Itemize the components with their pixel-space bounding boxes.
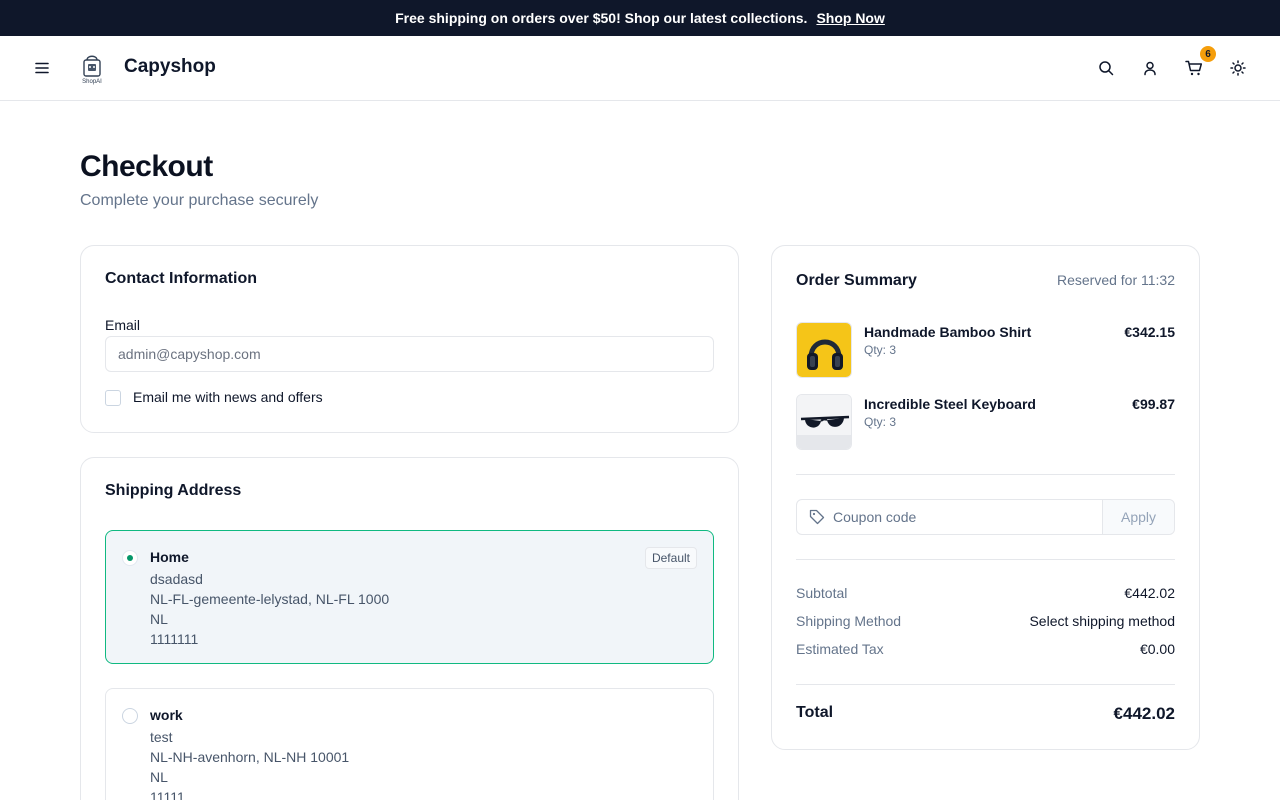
address-line: NL bbox=[150, 769, 168, 785]
promo-banner-text: Free shipping on orders over $50! Shop o… bbox=[395, 10, 808, 26]
user-icon[interactable] bbox=[1140, 58, 1160, 78]
cart-item: Handmade Bamboo Shirt Qty: 3 €342.15 bbox=[796, 322, 1175, 378]
shop-now-link[interactable]: Shop Now bbox=[816, 10, 884, 26]
headphones-product-image bbox=[796, 322, 852, 378]
subtotal-value: €442.02 bbox=[1124, 585, 1175, 601]
estimated-tax-label: Estimated Tax bbox=[796, 641, 884, 657]
address-name: Home bbox=[150, 549, 189, 565]
logo-text: ShopAI bbox=[82, 79, 102, 85]
page-subtitle: Complete your purchase securely bbox=[80, 192, 319, 209]
address-line: NL bbox=[150, 611, 168, 627]
shipping-method-label: Shipping Method bbox=[796, 613, 902, 629]
address-radio-selected[interactable] bbox=[122, 550, 138, 566]
sunglasses-product-image bbox=[796, 394, 852, 450]
shipping-method-value: Select shipping method bbox=[1029, 613, 1175, 629]
summary-divider bbox=[796, 684, 1175, 685]
coupon-input[interactable] bbox=[833, 501, 1099, 533]
address-line: 1111111 bbox=[150, 631, 199, 647]
shipping-address-card: Shipping Address Home dsadasd NL-FL-geme… bbox=[80, 457, 739, 800]
shipping-address-title: Shipping Address bbox=[105, 482, 242, 499]
search-icon[interactable] bbox=[1096, 58, 1116, 78]
cart-item: Incredible Steel Keyboard Qty: 3 €99.87 bbox=[796, 394, 1175, 450]
email-input[interactable] bbox=[105, 336, 714, 372]
address-lines: dsadasd NL-FL-gemeente-lelystad, NL-FL 1… bbox=[150, 569, 389, 649]
address-line: dsadasd bbox=[150, 571, 203, 587]
newsletter-checkbox[interactable] bbox=[105, 390, 121, 406]
newsletter-label[interactable]: Email me with news and offers bbox=[133, 389, 323, 405]
contact-information-title: Contact Information bbox=[105, 270, 257, 287]
email-label: Email bbox=[105, 317, 141, 333]
address-radio[interactable] bbox=[122, 708, 138, 724]
promo-banner: Free shipping on orders over $50! Shop o… bbox=[0, 0, 1280, 36]
shipping-method-row: Shipping Method Select shipping method bbox=[796, 613, 1175, 633]
estimated-tax-row: Estimated Tax €0.00 bbox=[796, 641, 1175, 661]
address-name: work bbox=[150, 707, 183, 723]
item-name: Handmade Bamboo Shirt bbox=[864, 324, 1032, 340]
item-name: Incredible Steel Keyboard bbox=[864, 396, 1036, 412]
summary-divider bbox=[796, 559, 1175, 560]
total-label: Total bbox=[796, 704, 834, 721]
item-quantity: Qty: 3 bbox=[864, 415, 897, 429]
sun-icon[interactable] bbox=[1228, 58, 1248, 78]
address-lines: test NL-NH-avenhorn, NL-NH 10001 NL 1111… bbox=[150, 727, 349, 800]
address-line: 11111 bbox=[150, 789, 185, 800]
total-value: €442.02 bbox=[1113, 704, 1175, 723]
address-line: NL-NH-avenhorn, NL-NH 10001 bbox=[150, 749, 350, 765]
item-price: €342.15 bbox=[1124, 324, 1175, 340]
site-header: ShopAI Capyshop bbox=[0, 36, 1280, 101]
default-badge: Default bbox=[644, 547, 697, 569]
summary-divider bbox=[796, 474, 1175, 475]
item-price: €99.87 bbox=[1132, 396, 1175, 412]
item-quantity: Qty: 3 bbox=[864, 343, 897, 357]
order-summary-title: Order Summary bbox=[796, 272, 917, 289]
address-line: NL-FL-gemeente-lelystad, NL-FL 1000 bbox=[150, 591, 390, 607]
page-title: Checkout bbox=[80, 150, 213, 183]
address-option-work[interactable]: work test NL-NH-avenhorn, NL-NH 10001 NL… bbox=[105, 688, 714, 800]
tag-icon bbox=[809, 509, 825, 525]
subtotal-label: Subtotal bbox=[796, 585, 848, 601]
menu-icon[interactable] bbox=[32, 58, 52, 78]
shop-logo[interactable]: ShopAI bbox=[78, 51, 106, 85]
brand-name[interactable]: Capyshop bbox=[124, 56, 216, 78]
coupon-field: Apply bbox=[796, 499, 1175, 535]
address-option-home[interactable]: Home dsadasd NL-FL-gemeente-lelystad, NL… bbox=[105, 530, 714, 664]
subtotal-row: Subtotal €442.02 bbox=[796, 585, 1175, 605]
cart-icon[interactable] bbox=[1184, 58, 1204, 78]
address-line: test bbox=[150, 729, 173, 745]
apply-coupon-button[interactable]: Apply bbox=[1102, 500, 1174, 534]
contact-information-card: Contact Information Email Email me with … bbox=[80, 245, 739, 433]
cart-count-badge: 6 bbox=[1200, 46, 1216, 62]
estimated-tax-value: €0.00 bbox=[1139, 641, 1175, 657]
reservation-timer: Reserved for 11:32 bbox=[1056, 272, 1175, 288]
order-summary-card: Order Summary Reserved for 11:32 Handmad… bbox=[771, 245, 1200, 750]
